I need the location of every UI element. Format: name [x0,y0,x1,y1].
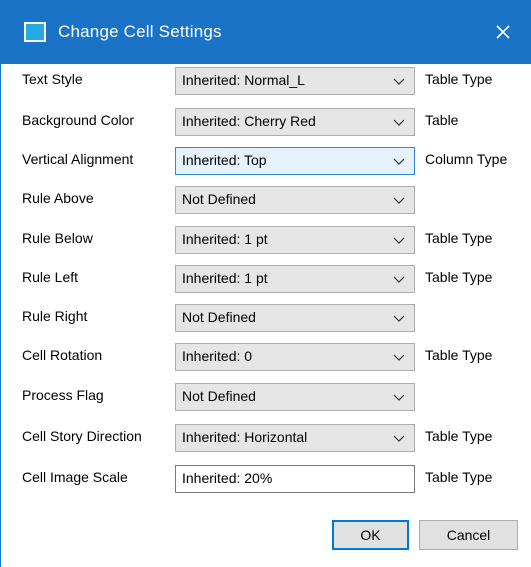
title-bar[interactable]: Change Cell Settings [0,0,531,64]
cell-story-direction-source: Table Type [425,428,493,444]
rule-above-dropdown[interactable]: Not Defined [175,186,415,214]
close-button[interactable] [483,12,523,52]
text-style-source: Table Type [425,71,493,87]
chevron-down-icon [393,197,405,204]
rule-above-label: Rule Above [22,190,94,206]
chevron-down-icon [393,276,405,283]
process-flag-dropdown[interactable]: Not Defined [175,383,415,411]
cell-story-direction-value: Inherited: Horizontal [182,429,308,445]
background-color-source: Table [425,112,459,128]
field-row-text-style: Text Style Inherited: Normal_L Table Typ… [0,67,531,95]
vertical-alignment-dropdown[interactable]: Inherited: Top [175,147,415,175]
field-row-cell-rotation: Cell Rotation Inherited: 0 Table Type [0,343,531,371]
window-icon [24,22,46,42]
chevron-down-icon [393,435,405,442]
chevron-down-icon [393,78,405,85]
background-color-value: Inherited: Cherry Red [182,113,316,129]
field-row-process-flag: Process Flag Not Defined [0,383,531,411]
chevron-down-icon [393,119,405,126]
rule-right-value: Not Defined [182,309,256,325]
cell-image-scale-source: Table Type [425,469,493,485]
rule-left-label: Rule Left [22,269,79,285]
rule-below-value: Inherited: 1 pt [182,231,268,247]
process-flag-label: Process Flag [22,387,104,403]
chevron-down-icon [393,354,405,361]
rule-below-dropdown[interactable]: Inherited: 1 pt [175,226,415,254]
cell-rotation-source: Table Type [425,347,493,363]
background-color-label: Background Color [22,112,135,128]
field-row-rule-below: Rule Below Inherited: 1 pt Table Type [0,226,531,254]
text-style-label: Text Style [22,71,83,87]
rule-above-value: Not Defined [182,191,256,207]
field-row-rule-left: Rule Left Inherited: 1 pt Table Type [0,265,531,293]
process-flag-value: Not Defined [182,388,256,404]
cell-rotation-dropdown[interactable]: Inherited: 0 [175,343,415,371]
close-icon [496,25,510,39]
rule-right-dropdown[interactable]: Not Defined [175,304,415,332]
ok-button[interactable]: OK [332,520,409,550]
text-style-value: Inherited: Normal_L [182,72,305,88]
rule-right-label: Rule Right [22,308,88,324]
rule-left-source: Table Type [425,269,493,285]
cell-image-scale-value: Inherited: 20% [182,470,273,486]
dialog-title: Change Cell Settings [58,22,222,41]
vertical-alignment-source: Column Type [425,151,508,167]
field-row-cell-story-direction: Cell Story Direction Inherited: Horizont… [0,424,531,452]
field-row-rule-right: Rule Right Not Defined [0,304,531,332]
chevron-down-icon [393,315,405,322]
cancel-button[interactable]: Cancel [419,520,518,550]
cell-rotation-label: Cell Rotation [22,347,103,363]
rule-below-source: Table Type [425,230,493,246]
cell-rotation-value: Inherited: 0 [182,348,253,364]
cell-image-scale-label: Cell Image Scale [22,469,128,485]
chevron-down-icon [393,158,405,165]
cell-story-direction-label: Cell Story Direction [22,428,142,444]
cell-story-direction-dropdown[interactable]: Inherited: Horizontal [175,424,415,452]
background-color-dropdown[interactable]: Inherited: Cherry Red [175,108,415,136]
vertical-alignment-value: Inherited: Top [182,152,267,168]
chevron-down-icon [393,237,405,244]
change-cell-settings-dialog: Change Cell Settings Text Style Inherite… [0,0,531,567]
chevron-down-icon [393,394,405,401]
field-row-vertical-alignment: Vertical Alignment Inherited: Top Column… [0,147,531,175]
field-row-cell-image-scale: Cell Image Scale Inherited: 20% Table Ty… [0,465,531,493]
rule-below-label: Rule Below [22,230,93,246]
text-style-dropdown[interactable]: Inherited: Normal_L [175,67,415,95]
field-row-background-color: Background Color Inherited: Cherry Red T… [0,108,531,136]
rule-left-value: Inherited: 1 pt [182,270,268,286]
rule-left-dropdown[interactable]: Inherited: 1 pt [175,265,415,293]
field-row-rule-above: Rule Above Not Defined [0,186,531,214]
cell-image-scale-input[interactable]: Inherited: 20% [175,465,415,493]
vertical-alignment-label: Vertical Alignment [22,151,134,167]
